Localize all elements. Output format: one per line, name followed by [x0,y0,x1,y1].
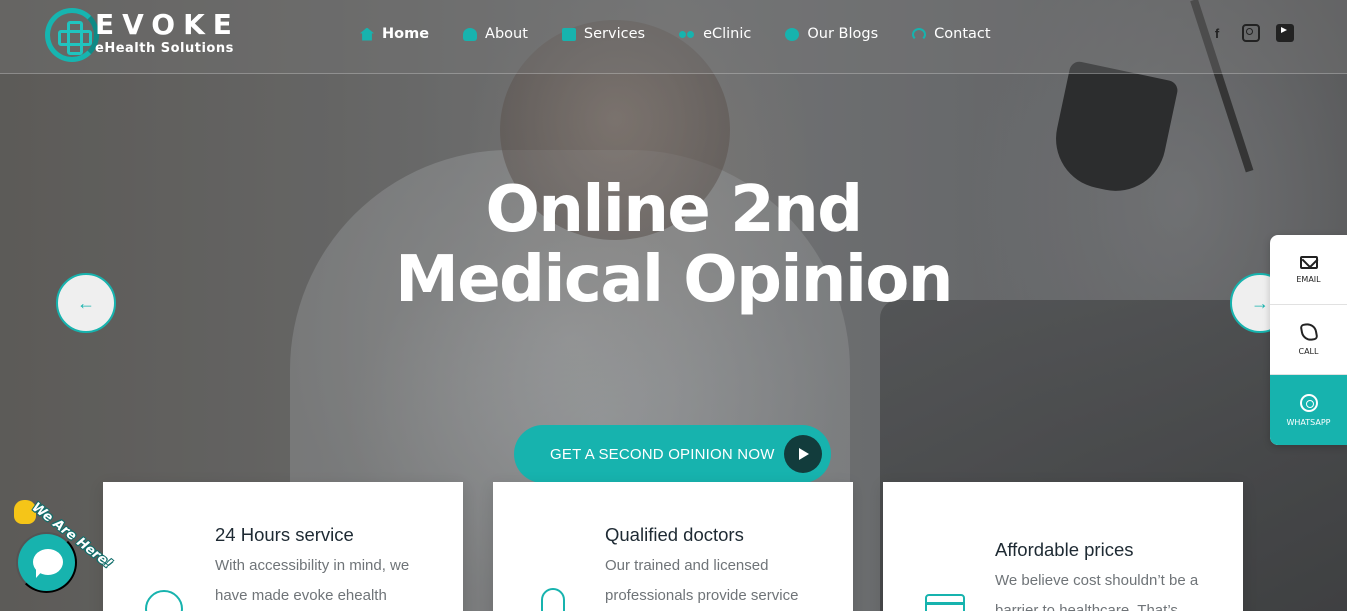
credit-card-icon [925,594,965,611]
nav-item-our-blogs[interactable]: Our Blogs [785,24,878,44]
second-opinion-button[interactable]: GET A SECOND OPINION NOW [514,425,831,483]
feature-card-24-hours: 24 Hours service With accessibility in m… [103,482,463,611]
headset-icon [912,27,927,41]
arrow-right-icon: → [1251,292,1269,313]
nav-item-services[interactable]: Services [561,24,646,44]
mail-icon [1299,255,1318,269]
logo-tagline: eHealth Solutions [95,41,234,56]
whatsapp-button[interactable]: WHATSAPP [1270,375,1347,445]
site-logo[interactable]: EVOKE eHealth Solutions [45,8,245,64]
cta-label: GET A SECOND OPINION NOW [550,445,775,463]
social-links: f [1208,24,1294,42]
nav-item-contact[interactable]: Contact [912,24,991,44]
chat-bubble-icon [33,549,63,578]
logo-name: EVOKE [95,8,240,41]
clock-icon [145,590,183,611]
feature-card-affordable-prices: Affordable prices We believe cost should… [883,482,1243,611]
feature-title: 24 Hours service [215,524,354,545]
facebook-icon[interactable]: f [1208,24,1226,42]
site-header: EVOKE eHealth Solutions Home About Servi… [0,0,1347,74]
feature-text: We believe cost shouldn’t be a barrier t… [995,572,1199,611]
youtube-link[interactable] [1276,24,1294,42]
nav-item-label: Services [583,26,646,42]
email-label: EMAIL [1296,274,1321,284]
doctor-icon [541,588,565,611]
users-icon [679,28,695,41]
hero-title-line2: Medical Opinion [395,243,953,317]
feature-text: Our trained and licensed professionals p… [605,557,799,604]
instagram-link[interactable] [1242,24,1260,42]
call-label: CALL [1298,347,1319,356]
play-icon [784,435,822,473]
whatsapp-icon [1299,393,1318,412]
contact-widget: EMAIL CALL WHATSAPP [1270,235,1347,445]
nav-item-home[interactable]: Home [360,24,429,44]
nav-item-label: Contact [934,26,991,42]
slider-prev-button[interactable]: ← [56,273,116,333]
nav-item-about[interactable]: About [463,24,528,44]
nav-item-label: eClinic [703,26,752,42]
medical-cross-icon [58,21,92,55]
phone-icon [1299,321,1318,343]
feature-title: Affordable prices [995,539,1134,560]
globe-icon [785,27,800,41]
arrow-left-icon: ← [77,292,95,313]
main-nav: Home About Services eClinic Our Blogs Co… [360,24,1025,44]
hospital-icon [463,27,478,41]
instagram-icon [1242,24,1260,42]
hero-title-line1: Online 2nd [485,173,864,247]
chat-button[interactable] [16,532,77,593]
nav-item-label: Our Blogs [807,26,879,42]
call-button[interactable]: CALL [1270,305,1347,375]
nav-item-label: Home [382,26,430,42]
feature-card-qualified-doctors: Qualified doctors Our trained and licens… [493,482,853,611]
feature-title: Qualified doctors [605,524,744,545]
store-icon [561,27,576,41]
hero-title: Online 2nd Medical Opinion [300,175,1047,315]
email-button[interactable]: EMAIL [1270,235,1347,305]
nav-item-label: About [485,26,528,42]
nav-item-eclinic[interactable]: eClinic [679,24,751,44]
whatsapp-label: WHATSAPP [1286,417,1331,427]
youtube-icon [1276,24,1294,42]
home-icon [360,27,374,41]
feature-text: With accessibility in mind, we have made… [215,557,410,604]
